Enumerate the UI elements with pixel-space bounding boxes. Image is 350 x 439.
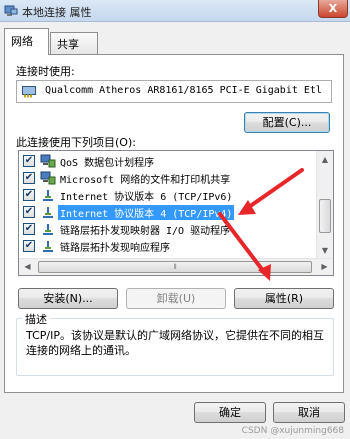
protocol-icon bbox=[43, 190, 53, 201]
item-checkbox[interactable]: ✔ bbox=[23, 172, 35, 184]
item-label: 链路层拓扑发现响应程序 bbox=[60, 243, 170, 254]
horizontal-scrollbar[interactable]: ◀ ⦀ ▶ bbox=[19, 258, 333, 275]
description-text: TCP/IP。该协议是默认的广域网络协议，它提供在不同的相互连接的网络上的通讯。 bbox=[26, 329, 324, 357]
item-label: Internet 协议版本 4 (TCP/IPv4) bbox=[58, 205, 235, 220]
cancel-button[interactable]: 取消 bbox=[273, 402, 345, 423]
item-label: 链路层拓扑发现映射器 I/O 驱动程序 bbox=[60, 226, 231, 237]
list-item[interactable]: ✔ 链路层拓扑发现响应程序 bbox=[21, 238, 313, 254]
uninstall-button: 卸载(U) bbox=[126, 288, 226, 309]
vertical-scroll-thumb[interactable] bbox=[319, 199, 331, 233]
properties-dialog: 本地连接 属性 X 网络 共享 连接时使用: Qualcomm Atheros … bbox=[0, 0, 350, 439]
protocol-icon bbox=[43, 207, 53, 218]
scroll-down-icon[interactable]: ▼ bbox=[317, 242, 333, 259]
scroll-left-icon[interactable]: ◀ bbox=[19, 259, 36, 275]
properties-button[interactable]: 属性(R) bbox=[234, 288, 334, 309]
title-bar: 本地连接 属性 X bbox=[0, 0, 350, 22]
scroll-right-icon[interactable]: ▶ bbox=[316, 259, 333, 275]
watermark: CSDN @xujunming668 bbox=[241, 426, 344, 436]
items-label: 此连接使用下列项目(O): bbox=[16, 136, 136, 149]
list-item[interactable]: ✔ Microsoft 网络的文件和打印机共享 bbox=[21, 170, 313, 186]
close-button[interactable]: X bbox=[318, 0, 348, 18]
network-service-icon bbox=[40, 154, 56, 168]
adapter-name: Qualcomm Atheros AR8161/8165 PCI-E Gigab… bbox=[45, 85, 322, 96]
adapter-field: Qualcomm Atheros AR8161/8165 PCI-E Gigab… bbox=[16, 80, 332, 103]
item-checkbox[interactable]: ✔ bbox=[23, 206, 35, 218]
item-label: Internet 协议版本 6 (TCP/IPv6) bbox=[60, 192, 233, 203]
description-title: 描述 bbox=[22, 311, 50, 327]
list-item[interactable]: ✔ QoS 数据包计划程序 bbox=[21, 153, 313, 169]
components-list[interactable]: ✔ QoS 数据包计划程序 ✔ Microsoft 网络的文件和打印机共享 ✔ bbox=[18, 150, 334, 276]
item-checkbox[interactable]: ✔ bbox=[23, 223, 35, 235]
connect-using-label: 连接时使用: bbox=[16, 65, 75, 78]
ok-button[interactable]: 确定 bbox=[194, 402, 266, 423]
network-connection-icon bbox=[4, 5, 18, 16]
network-adapter-icon bbox=[22, 86, 36, 98]
install-button[interactable]: 安装(N)... bbox=[18, 288, 118, 309]
item-checkbox[interactable]: ✔ bbox=[23, 240, 35, 252]
network-service-icon bbox=[40, 171, 56, 185]
item-checkbox[interactable]: ✔ bbox=[23, 189, 35, 201]
tab-sharing[interactable]: 共享 bbox=[50, 32, 98, 54]
list-item-selected[interactable]: ✔ Internet 协议版本 4 (TCP/IPv4) bbox=[21, 204, 313, 220]
protocol-icon bbox=[43, 224, 53, 235]
tab-network[interactable]: 网络 bbox=[4, 28, 49, 55]
horizontal-scroll-thumb[interactable]: ⦀ bbox=[38, 261, 312, 273]
list-item[interactable]: ✔ 链路层拓扑发现映射器 I/O 驱动程序 bbox=[21, 221, 313, 237]
item-label: QoS 数据包计划程序 bbox=[60, 158, 155, 169]
scroll-up-icon[interactable]: ▲ bbox=[317, 151, 333, 168]
protocol-icon bbox=[43, 241, 53, 252]
vertical-scrollbar[interactable]: ▲ ▼ bbox=[316, 151, 333, 259]
list-item[interactable]: ✔ Internet 协议版本 6 (TCP/IPv6) bbox=[21, 187, 313, 203]
item-label: Microsoft 网络的文件和打印机共享 bbox=[60, 175, 231, 186]
window-title: 本地连接 属性 bbox=[22, 6, 92, 19]
configure-button[interactable]: 配置(C)... bbox=[244, 112, 330, 133]
item-checkbox[interactable]: ✔ bbox=[23, 155, 35, 167]
